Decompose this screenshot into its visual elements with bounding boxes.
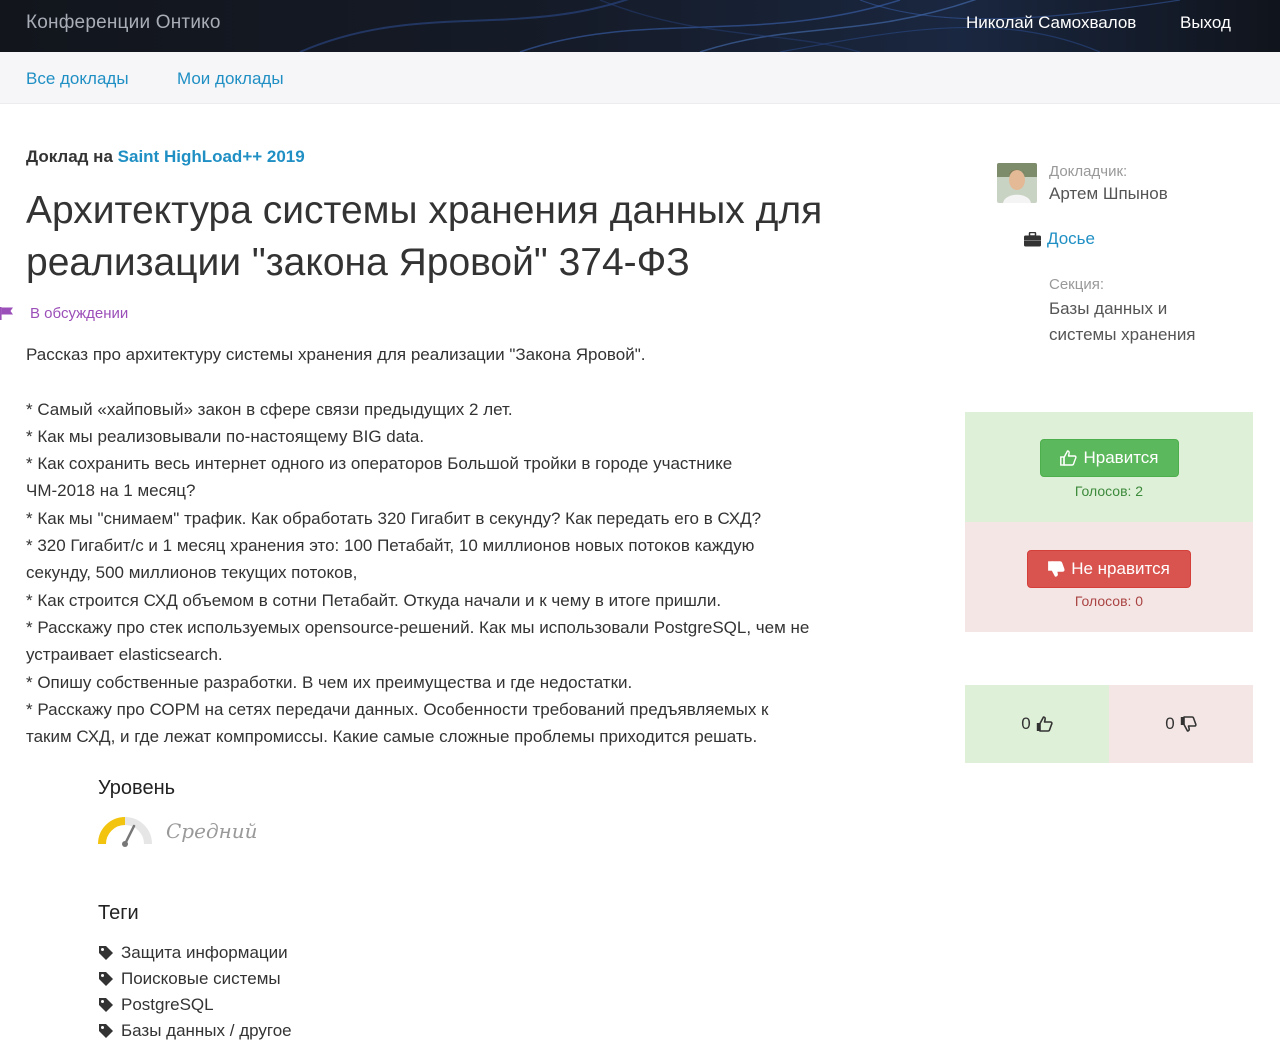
sub-navbar: Все доклады Мои доклады — [0, 52, 1280, 104]
site-brand[interactable]: Конференции Онтико — [26, 12, 221, 34]
avatar-photo — [997, 163, 1037, 203]
level-indicator: Средний — [98, 814, 258, 848]
like-button[interactable]: Нравится — [1040, 439, 1179, 477]
section-name: Базы данных и системы хранения — [1049, 299, 1196, 344]
tag-label: Поисковые системы — [121, 969, 281, 988]
flag-icon — [0, 307, 13, 320]
thumbs-down-icon — [1048, 561, 1065, 577]
dislike-button[interactable]: Не нравится — [1027, 550, 1191, 588]
tag-icon — [99, 998, 113, 1012]
upvote-counter[interactable]: 0 — [965, 685, 1109, 763]
talk-status: В обсуждении — [0, 303, 128, 323]
thumbs-up-icon — [1060, 450, 1078, 466]
tag-list: Защита информации Поисковые системы Post… — [98, 940, 292, 1044]
dossier-link[interactable]: Досье — [1024, 229, 1095, 249]
tag-item[interactable]: Защита информации — [98, 940, 292, 966]
thumbs-down-icon — [1180, 716, 1197, 732]
speaker-avatar[interactable] — [997, 163, 1037, 203]
speaker-caption: Докладчик: — [1049, 163, 1128, 180]
tag-icon — [99, 1024, 113, 1038]
talk-title: Архитектура системы хранения данных для … — [26, 189, 823, 284]
nav-all-talks[interactable]: Все доклады — [26, 69, 129, 89]
conference-link[interactable]: Saint HighLoad++ 2019 — [118, 147, 305, 166]
tag-item[interactable]: PostgreSQL — [98, 992, 292, 1018]
user-profile-link[interactable]: Николай Самохвалов — [966, 13, 1136, 33]
dislike-panel: Не нравится Голосов: 0 — [965, 522, 1253, 632]
logout-link[interactable]: Выход — [1180, 13, 1231, 33]
thumbs-up-icon — [1036, 716, 1053, 732]
nav-my-talks[interactable]: Мои доклады — [177, 69, 284, 89]
tag-label: Защита информации — [121, 943, 288, 962]
speedometer-icon — [98, 817, 152, 847]
level-value: Средний — [166, 819, 258, 843]
tag-icon — [99, 972, 113, 986]
talk-prefix: Доклад на — [26, 147, 113, 166]
dossier-label: Досье — [1047, 229, 1095, 248]
top-navbar: Конференции Онтико Николай Самохвалов Вы… — [0, 0, 1280, 52]
tag-icon — [99, 946, 113, 960]
like-votes-count: Голосов: 2 — [1074, 483, 1144, 499]
downvote-counter[interactable]: 0 — [1109, 685, 1253, 763]
speaker-name[interactable]: Артем Шпынов — [1049, 184, 1168, 204]
tag-item[interactable]: Базы данных / другое — [98, 1018, 292, 1044]
section-caption: Секция: — [1049, 276, 1104, 293]
downvote-count: 0 — [1165, 714, 1175, 733]
tag-label: PostgreSQL — [121, 995, 214, 1014]
tag-label: Базы данных / другое — [121, 1021, 292, 1040]
tag-item[interactable]: Поисковые системы — [98, 966, 292, 992]
talk-conference-line: Доклад на Saint HighLoad++ 2019 — [26, 147, 305, 167]
level-heading: Уровень — [98, 777, 176, 799]
tags-heading: Теги — [98, 902, 139, 924]
like-panel: Нравится Голосов: 2 — [965, 412, 1253, 522]
upvote-count: 0 — [1021, 714, 1031, 733]
talk-description: Рассказ про архитектуру системы хранения… — [26, 345, 810, 747]
briefcase-icon — [1024, 231, 1041, 246]
dislike-label: Не нравится — [1071, 559, 1170, 578]
dislike-votes-count: Голосов: 0 — [1074, 593, 1144, 609]
like-label: Нравится — [1083, 448, 1159, 467]
status-label: В обсуждении — [30, 304, 129, 322]
